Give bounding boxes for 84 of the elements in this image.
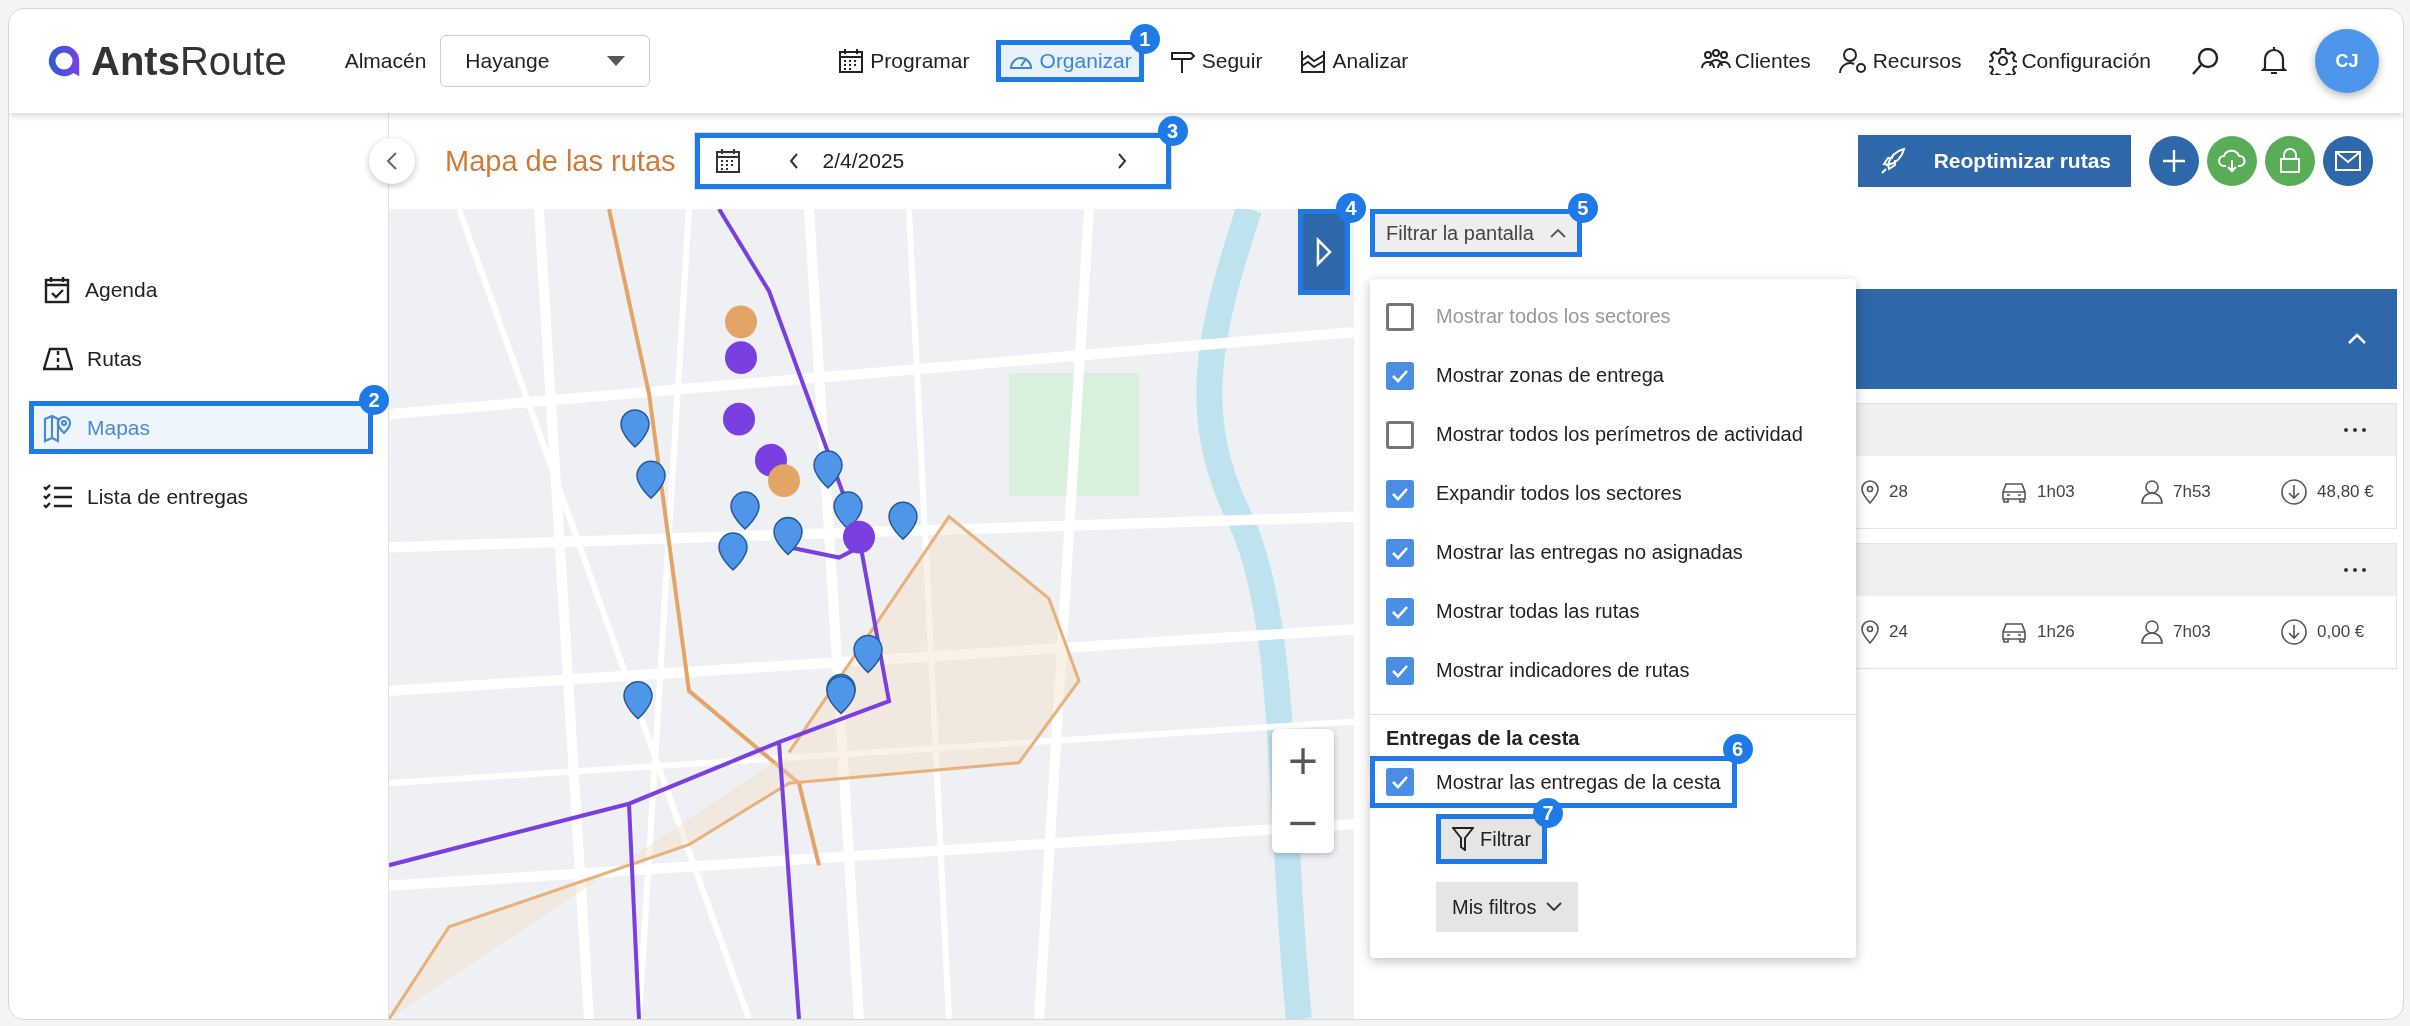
checkbox[interactable]: [1386, 479, 1414, 508]
nav-tab[interactable]: Seguir: [1157, 40, 1275, 82]
arrow-down-circle-icon: [2281, 619, 2307, 645]
logo-text: AntsRoute: [91, 38, 287, 84]
sidebar-item[interactable]: Lista de entregas: [29, 470, 373, 523]
funnel-icon: [1452, 827, 1474, 851]
sidebar-item[interactable]: Rutas: [29, 332, 373, 385]
car-icon: [2001, 621, 2027, 643]
bell-icon[interactable]: [2261, 46, 2287, 76]
person-icon: [2141, 620, 2163, 644]
option-label: Mostrar todos los perímetros de actividad: [1436, 423, 1803, 446]
header-link[interactable]: Recursos: [1838, 47, 1962, 75]
map-pin-icon: [43, 412, 73, 443]
stop-count: 24: [1889, 622, 1908, 642]
mail-icon: [2335, 151, 2361, 171]
checkbox[interactable]: [1386, 597, 1414, 626]
drive-time: 1h03: [2037, 482, 2075, 502]
step-badge: 7: [1533, 798, 1564, 828]
location-pin-icon: [1861, 480, 1879, 504]
road-icon: [43, 346, 73, 371]
chart-icon: [1300, 48, 1327, 74]
chevron-left-icon: [386, 151, 398, 171]
route-cost: 0,00 €: [2317, 622, 2365, 642]
work-time: 7h53: [2173, 482, 2211, 502]
settings-icon: [1989, 47, 2018, 75]
option-label: Mostrar las entregas de la cesta: [1436, 770, 1721, 794]
route-cost: 48,80 €: [2317, 482, 2374, 502]
mail-button[interactable]: [2323, 136, 2373, 186]
option-label: Mostrar todos los sectores: [1436, 305, 1671, 328]
warehouse-label: Almacén: [344, 49, 427, 73]
step-badge: 5: [1567, 193, 1598, 223]
search-icon[interactable]: [2191, 46, 2221, 76]
warehouse-select[interactable]: Hayange: [440, 35, 651, 87]
zoom-button[interactable]: +: [1272, 729, 1334, 791]
car-icon: [2001, 481, 2027, 503]
plus-icon: [2162, 149, 2186, 173]
cloud-download-icon: [2218, 149, 2246, 173]
checkbox[interactable]: [1386, 361, 1414, 390]
person-icon: [2141, 480, 2163, 504]
checkbox[interactable]: [1386, 768, 1414, 796]
sidebar-item[interactable]: Agenda: [29, 263, 373, 316]
header-link[interactable]: Configuración: [1989, 47, 2151, 75]
option-label: Expandir todos los sectores: [1436, 482, 1682, 505]
date-value: 2/4/2025: [822, 149, 906, 173]
work-time: 7h03: [2173, 622, 2211, 642]
option-label: Mostrar todas las rutas: [1436, 600, 1640, 623]
section-heading: Entregas de la cesta: [1386, 727, 1580, 750]
calendar-check-icon: [43, 275, 71, 304]
option-label: Mostrar las entregas no asignadas: [1436, 541, 1743, 564]
chevron-down-icon: [1546, 902, 1563, 912]
step-badge: 1: [1129, 24, 1160, 54]
play-icon: [1315, 237, 1333, 267]
collapse-button[interactable]: [369, 138, 415, 184]
my-filters-button[interactable]: Mis filtros: [1436, 882, 1579, 932]
step-badge: 2: [359, 385, 389, 415]
checkbox[interactable]: [1386, 538, 1414, 567]
option-label: Mostrar indicadores de rutas: [1436, 659, 1690, 682]
step-badge: 3: [1157, 116, 1188, 146]
option-label: Mostrar zonas de entrega: [1436, 364, 1664, 387]
cloud-button[interactable]: [2207, 136, 2257, 186]
more-icon[interactable]: [2344, 428, 2366, 432]
lock-button[interactable]: [2265, 136, 2315, 186]
more-icon[interactable]: [2344, 568, 2366, 572]
add-button[interactable]: [2149, 136, 2199, 186]
location-pin-icon: [1861, 620, 1879, 644]
caret-icon: [607, 56, 626, 66]
nav-tab[interactable]: Programar: [826, 40, 982, 82]
arrow-down-circle-icon: [2281, 479, 2307, 505]
header-link[interactable]: Clientes: [1700, 48, 1811, 74]
step-badge: 6: [1722, 734, 1753, 764]
step-badge: 4: [1336, 193, 1366, 223]
user-gear-icon: [1838, 47, 1869, 75]
calendar-icon: [838, 48, 865, 74]
lock-icon: [2279, 148, 2301, 174]
reoptimize-button[interactable]: Reoptimizar rutas: [1857, 135, 2131, 187]
checkbox[interactable]: [1386, 656, 1414, 685]
stop-count: 28: [1889, 482, 1908, 502]
chevron-icon: [1549, 228, 1566, 238]
checkbox[interactable]: [1386, 420, 1414, 449]
zoom-button[interactable]: −: [1272, 791, 1334, 853]
nav-tab[interactable]: Analizar: [1288, 40, 1421, 82]
checklist-icon: [43, 483, 73, 510]
drive-time: 1h26: [2037, 622, 2075, 642]
page-title: Mapa de las rutas: [445, 144, 676, 178]
